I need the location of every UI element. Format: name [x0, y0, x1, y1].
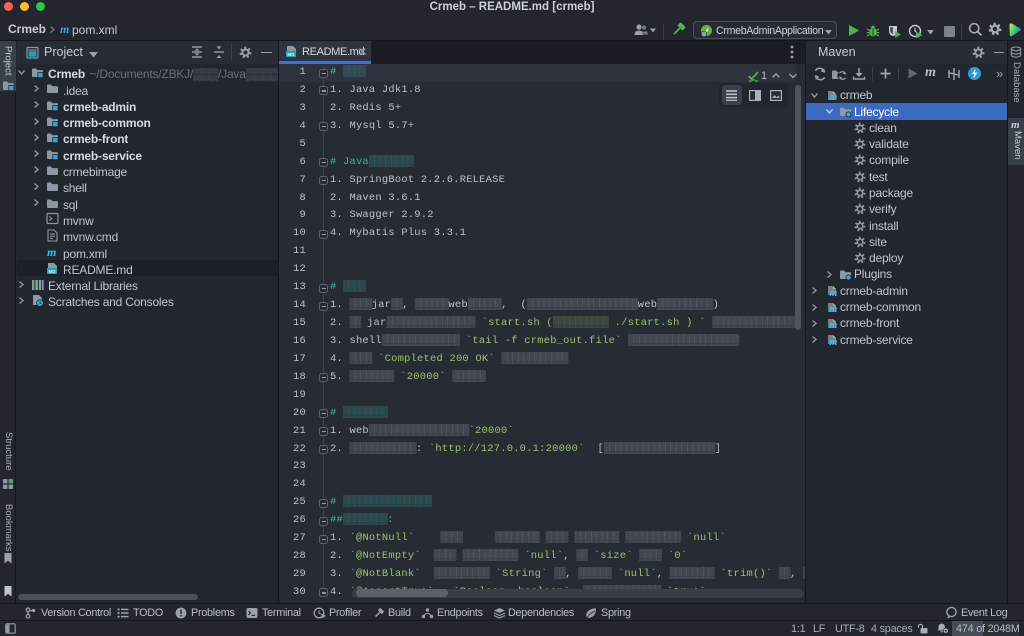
svg-text:MD: MD	[48, 269, 56, 274]
svg-text:MD: MD	[287, 52, 295, 57]
